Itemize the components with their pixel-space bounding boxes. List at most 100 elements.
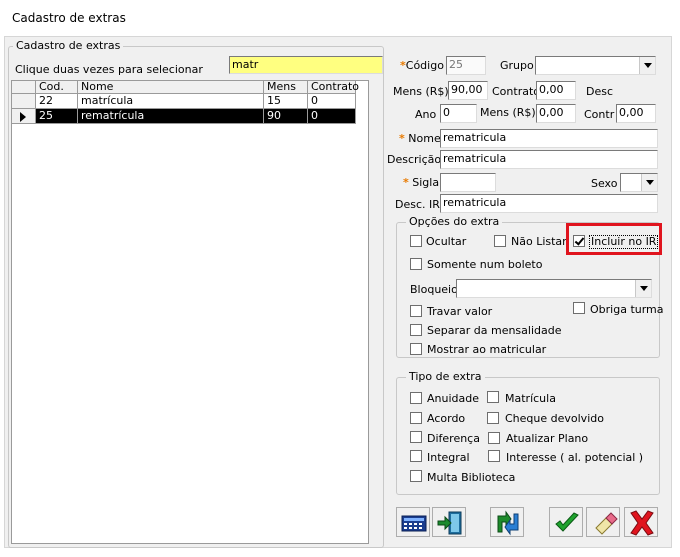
mostrar-checkbox[interactable] [410,343,422,355]
table-cell-selected[interactable]: 25 [36,109,78,124]
dropdown-arrow-icon[interactable] [635,280,651,297]
table-cell-selected[interactable]: 90 [264,109,308,124]
nome-field[interactable]: rematricula [440,129,658,148]
mens-label: Mens (R$) [393,85,449,98]
hint-text: Clique duas vezes para selecionar [15,63,203,76]
dropdown-arrow-icon[interactable] [639,57,655,74]
clear-button[interactable] [586,507,620,537]
contr-label: Contr [584,108,615,121]
sexo-label: Sexo [591,177,618,190]
grupo-label: Grupo [500,59,534,72]
incluir-ir-checkbox[interactable] [573,235,585,247]
col-header-nome[interactable]: Nome [78,81,264,94]
somente-boleto-label: Somente num boleto [427,258,543,271]
atualizar-checkbox[interactable] [488,432,500,444]
atualizar-label: Atualizar Plano [506,432,589,445]
swap-arrows-icon [497,510,519,536]
mens2-label: Mens (R$) [480,106,536,119]
anuidade-label: Anuidade [427,392,479,405]
ano-field[interactable]: 0 [440,104,477,123]
matricula-label: Matrícula [505,392,556,405]
integral-checkbox[interactable] [410,450,422,462]
ocultar-checkbox[interactable] [410,235,422,247]
bloqueio-select[interactable] [456,279,652,298]
table-cell-selected[interactable]: 0 [308,109,356,124]
grupo-select[interactable] [535,56,656,75]
row-indicator [12,94,36,109]
table-cell[interactable]: matrícula [78,94,264,109]
calculator-button[interactable] [396,507,430,537]
cheque-label: Cheque devolvido [505,412,604,425]
col-header-mens[interactable]: Mens [264,81,308,94]
cheque-checkbox[interactable] [487,412,499,424]
ocultar-label: Ocultar [426,235,467,248]
table-cell[interactable]: 22 [36,94,78,109]
mostrar-label: Mostrar ao matricular [427,343,547,356]
obriga-turma-label: Obriga turma [590,303,664,316]
travar-valor-label: Travar valor [427,305,493,318]
current-row-indicator [12,109,36,124]
mens2-field[interactable]: 0,00 [536,104,576,123]
nome-label: * Nome [399,132,441,145]
mens-field[interactable]: 90,00 [448,81,488,100]
contr-field[interactable]: 0,00 [616,104,656,123]
bloqueio-label: Bloqueio [410,283,458,296]
descir-field[interactable]: rematricula [440,194,658,213]
matricula-checkbox[interactable] [487,391,499,403]
eraser-icon [595,512,618,535]
diferenca-checkbox[interactable] [410,431,422,443]
row-indicator-header [12,81,36,94]
acordo-label: Acordo [427,412,466,425]
interesse-checkbox[interactable] [488,450,500,462]
calculator-icon [401,515,427,532]
list-group-label: Cadastro de extras [13,40,124,52]
search-input[interactable]: matr [229,56,383,74]
sexo-select[interactable] [620,173,658,192]
ano-label: Ano [415,108,437,121]
codigo-field[interactable]: 25 [446,56,486,75]
acordo-checkbox[interactable] [410,412,422,424]
sigla-label: * Sigla [403,176,440,189]
diferenca-label: Diferença [427,432,480,445]
nao-listar-checkbox[interactable] [494,235,506,247]
travar-valor-checkbox[interactable] [410,305,422,317]
dropdown-arrow-icon[interactable] [641,174,657,191]
integral-label: Integral [427,451,470,464]
descir-label: Desc. IR [395,198,440,211]
nao-listar-label: Não Listar [511,235,567,248]
obriga-turma-checkbox[interactable] [573,302,585,314]
descricao-field[interactable]: rematricula [440,150,658,169]
separar-checkbox[interactable] [410,324,422,336]
contrato-field[interactable]: 0,00 [536,81,576,100]
table-cell[interactable]: 0 [308,94,356,109]
opcoes-group-label: Opções do extra [406,216,503,228]
row-pointer-icon [20,112,26,122]
col-header-cod[interactable]: Cod. [36,81,78,94]
required-asterisk: * [399,132,405,145]
desc-label: Desc [586,85,614,98]
somente-boleto-checkbox[interactable] [410,258,422,270]
table-cell-selected[interactable]: rematrícula [78,109,264,124]
cancel-button[interactable] [624,507,658,537]
swap-button[interactable] [490,507,524,537]
separar-label: Separar da mensalidade [427,324,562,337]
multa-checkbox[interactable] [410,470,422,482]
tipo-group-label: Tipo de extra [406,371,485,383]
extras-grid[interactable]: Cod. Nome Mens Contrato 22 matrícula 15 … [11,80,369,544]
contrato-label: Contrato [492,85,541,98]
col-header-contrato[interactable]: Contrato [308,81,359,94]
descricao-label: Descrição [387,153,442,166]
anuidade-checkbox[interactable] [410,392,422,404]
sigla-field[interactable] [440,173,496,192]
incluir-ir-label: Incluir no IR [589,235,659,249]
interesse-label: Interesse ( al. potencial ) [506,451,644,464]
multa-label: Multa Biblioteca [427,471,516,484]
codigo-label: *Código [400,59,444,72]
exit-button[interactable] [432,507,466,537]
table-cell[interactable]: 15 [264,94,308,109]
cancel-x-icon [630,510,654,536]
confirm-button[interactable] [549,507,583,537]
title-bar: Cadastro de extras [0,0,680,36]
window-title: Cadastro de extras [12,11,126,25]
confirm-check-icon [555,512,579,532]
